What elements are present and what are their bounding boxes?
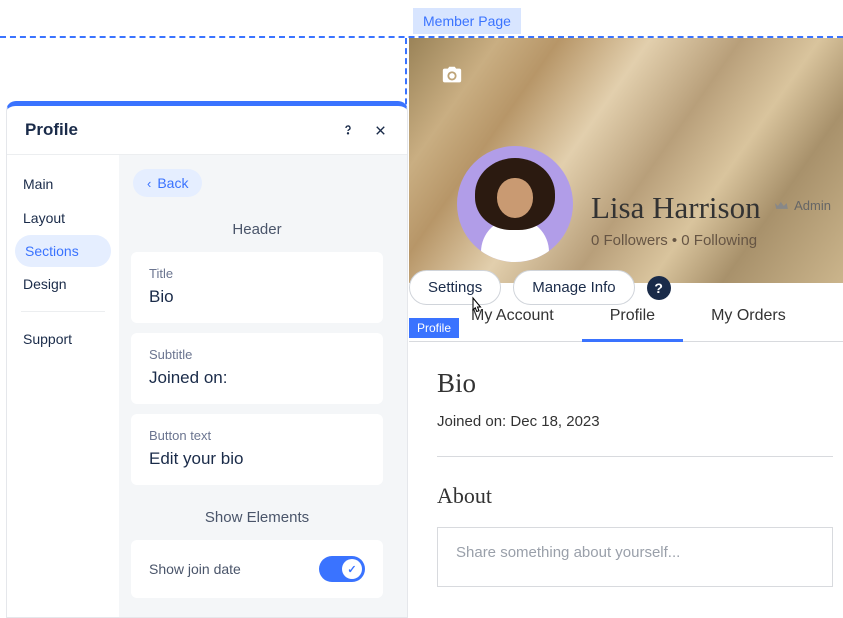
button-text-value: Edit your bio: [149, 449, 365, 469]
bio-heading: Bio: [437, 368, 833, 399]
pointer-cursor-icon: [467, 296, 485, 318]
joined-on-line: Joined on: Dec 18, 2023: [437, 413, 833, 430]
panel-nav: Main Layout Sections Design Support: [7, 155, 119, 617]
settings-button[interactable]: Settings: [409, 270, 501, 305]
help-button[interactable]: ?: [647, 276, 671, 300]
nav-sections[interactable]: Sections: [15, 235, 111, 267]
title-label: Title: [149, 266, 365, 281]
subtitle-value: Joined on:: [149, 368, 365, 388]
admin-label: Admin: [794, 198, 831, 213]
action-pills: Settings Manage Info ?: [409, 270, 671, 305]
camera-icon[interactable]: [441, 64, 469, 92]
panel-title: Profile: [25, 120, 325, 140]
avatar[interactable]: [457, 146, 573, 262]
about-placeholder-text: Share something about yourself...: [456, 544, 680, 561]
button-text-field[interactable]: Button text Edit your bio: [131, 414, 383, 485]
nav-layout[interactable]: Layout: [7, 201, 119, 235]
display-name: Lisa Harrison: [591, 190, 761, 226]
nav-main[interactable]: Main: [7, 167, 119, 201]
back-label: Back: [157, 175, 188, 191]
member-page-tag: Member Page: [413, 8, 521, 34]
crown-icon: [775, 200, 789, 212]
check-icon: ✓: [347, 563, 356, 576]
chevron-left-icon: ‹: [147, 176, 151, 191]
close-icon[interactable]: [371, 121, 389, 139]
tab-my[interactable]: My: [814, 293, 843, 341]
admin-badge: Admin: [775, 198, 831, 213]
profile-element-tag: Profile: [409, 318, 459, 338]
manage-info-button[interactable]: Manage Info: [513, 270, 634, 305]
subtitle-label: Subtitle: [149, 347, 365, 362]
help-icon[interactable]: [339, 121, 357, 139]
section-heading-show-elements: Show Elements: [119, 495, 395, 540]
show-join-date-row: Show join date ✓: [131, 540, 383, 598]
show-join-date-toggle[interactable]: ✓: [319, 556, 365, 582]
member-page-preview: Lisa Harrison Admin 0 Followers • 0 Foll…: [409, 38, 843, 618]
bio-section: Bio Joined on: Dec 18, 2023 About Share …: [437, 368, 843, 618]
tab-my-orders[interactable]: My Orders: [683, 293, 814, 341]
follow-stats: 0 Followers • 0 Following: [591, 232, 757, 249]
cover-image: Lisa Harrison Admin 0 Followers • 0 Foll…: [409, 38, 843, 283]
show-join-date-label: Show join date: [149, 561, 241, 577]
about-input[interactable]: Share something about yourself...: [437, 527, 833, 587]
divider: [437, 456, 833, 457]
title-value: Bio: [149, 287, 365, 307]
section-heading-header: Header: [119, 207, 395, 252]
toggle-knob: ✓: [342, 559, 362, 579]
subtitle-field[interactable]: Subtitle Joined on:: [131, 333, 383, 404]
panel-header: Profile: [7, 106, 407, 155]
nav-support[interactable]: Support: [7, 322, 119, 356]
button-text-label: Button text: [149, 428, 365, 443]
nav-design[interactable]: Design: [7, 267, 119, 301]
title-field[interactable]: Title Bio: [131, 252, 383, 323]
back-button[interactable]: ‹ Back: [133, 169, 202, 197]
panel-content: ‹ Back Header Title Bio Subtitle Joined …: [119, 155, 407, 617]
about-heading: About: [437, 483, 833, 509]
profile-settings-panel: Profile Main Layout Sections Design Supp…: [6, 101, 408, 618]
